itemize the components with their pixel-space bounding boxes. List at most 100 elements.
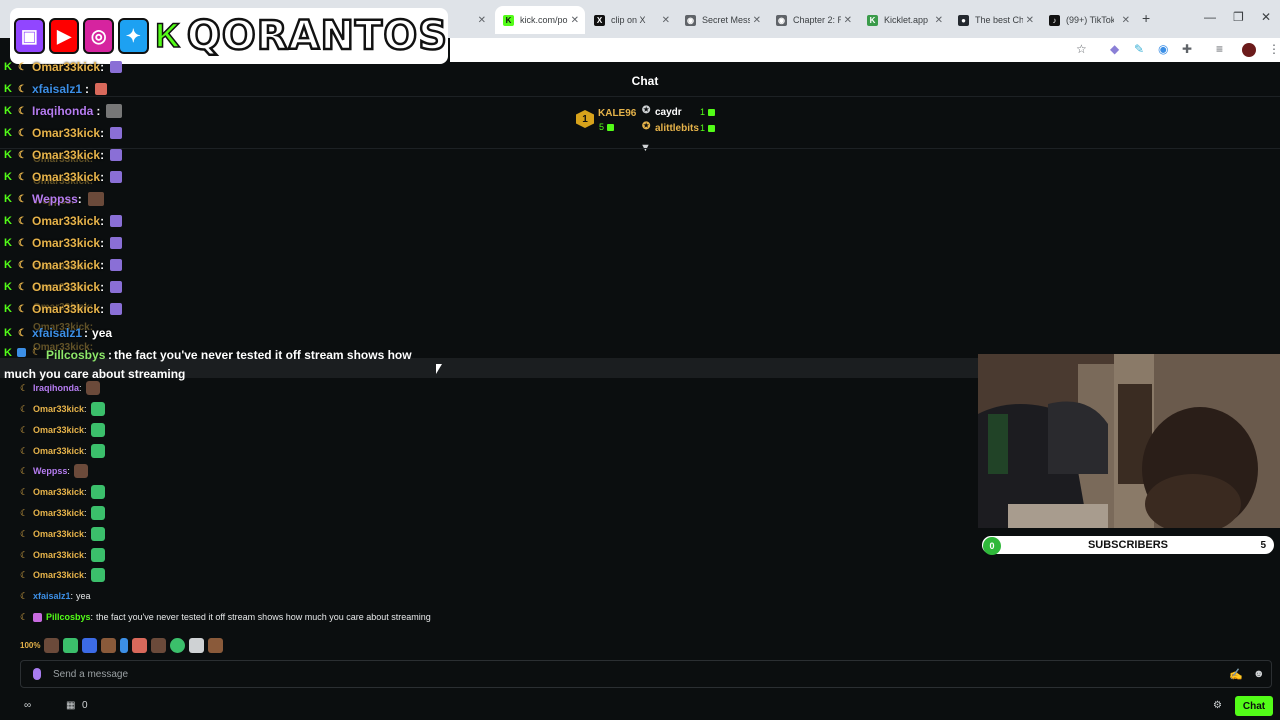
chat-message-input[interactable] <box>53 668 1153 680</box>
emote[interactable] <box>189 637 205 653</box>
extension-icon[interactable]: ◆ <box>1110 42 1119 56</box>
separator: : <box>100 214 105 228</box>
profile-avatar[interactable] <box>1242 43 1256 57</box>
tab-title: The best Ch <box>975 15 1023 25</box>
more-menu-icon[interactable]: ⋮ <box>1268 42 1280 56</box>
chat-input-box[interactable]: ✍ ☻ <box>20 660 1272 688</box>
emote[interactable] <box>101 637 117 653</box>
leaderboard-name[interactable]: alittlebits <box>655 123 699 134</box>
chat-message[interactable]: ☾ Omar33kick: <box>20 546 105 564</box>
emote[interactable] <box>151 637 167 653</box>
leaderboard-name[interactable]: caydr <box>655 107 682 118</box>
minimize-icon[interactable]: — <box>1204 10 1216 24</box>
emote[interactable] <box>170 637 186 653</box>
moon-badge-icon: ☾ <box>18 127 27 139</box>
chat-message[interactable]: ☾ Omar33kick: <box>20 400 105 418</box>
chat-username[interactable]: xfaisalz1 <box>33 591 71 601</box>
tab-kicklet[interactable]: K Kicklet.app ✕ <box>859 6 949 34</box>
chat-message[interactable]: ☾ xfaisalz1: yea <box>20 587 91 605</box>
chat-username[interactable]: Omar33kick <box>33 425 84 435</box>
tab-kick[interactable]: K kick.com/po ✕ <box>495 6 585 34</box>
bookmark-star-icon[interactable]: ☆ <box>1076 42 1087 56</box>
microphone-icon[interactable] <box>33 668 41 680</box>
emote[interactable] <box>120 637 129 653</box>
chat-message[interactable]: ☾ Pillcosbys: the fact you've never test… <box>20 608 431 626</box>
close-window-icon[interactable]: ✕ <box>1261 10 1271 24</box>
emote[interactable] <box>132 637 148 653</box>
tab-x[interactable]: X clip on X ✕ <box>586 6 676 34</box>
chat-message[interactable]: ☾ Omar33kick: <box>20 421 105 439</box>
emote <box>110 215 123 227</box>
chat-username[interactable]: Omar33kick <box>33 508 84 518</box>
emote[interactable] <box>44 637 60 653</box>
settings-gear-icon[interactable]: ⚙ <box>1213 700 1222 711</box>
close-tab-icon[interactable]: ✕ <box>571 15 579 26</box>
chat-username[interactable]: Omar33kick <box>33 446 84 456</box>
chat-username[interactable]: Weppss <box>33 466 67 476</box>
chat-message[interactable]: ☾ Omar33kick: <box>20 442 105 460</box>
instagram-icon: ◎ <box>83 18 115 54</box>
youtube-icon: ▶ <box>48 18 80 54</box>
close-tab-icon[interactable]: ✕ <box>935 15 943 26</box>
tab-github[interactable]: ● The best Ch ✕ <box>950 6 1040 34</box>
separator: : <box>108 348 112 362</box>
emote[interactable] <box>208 637 224 653</box>
chat-message[interactable]: ☾ Iraqihonda: <box>20 379 100 397</box>
emote[interactable] <box>63 637 79 653</box>
extension-icon[interactable]: ✎ <box>1134 42 1144 56</box>
close-tab-icon[interactable]: ✕ <box>1122 15 1130 26</box>
send-chat-button[interactable]: Chat <box>1235 696 1273 716</box>
gift-icon[interactable]: ▦ <box>66 700 75 711</box>
twitch-icon: ▣ <box>14 18 45 54</box>
twitter-icon: ✦ <box>118 18 149 54</box>
overlay-username: Omar33kick <box>32 60 101 74</box>
webcam-overlay <box>978 354 1280 528</box>
close-tab-icon[interactable]: ✕ <box>1026 15 1034 26</box>
tab-tiktok[interactable]: ♪ (99+) TikTok ✕ <box>1041 6 1136 34</box>
chat-message[interactable]: ☾ Omar33kick: <box>20 525 105 543</box>
chat-username[interactable]: Omar33kick <box>33 404 84 414</box>
chat-username[interactable]: Iraqihonda <box>33 383 79 393</box>
extension-icon[interactable]: ◉ <box>1158 42 1168 56</box>
close-tab-icon[interactable]: ✕ <box>753 15 761 26</box>
infinity-icon[interactable]: ∞ <box>24 700 31 711</box>
overlay-chat-row: K ☾ xfaisalz1 : yea <box>4 324 112 342</box>
subscriber-badge-icon <box>33 612 42 622</box>
tab-secret[interactable]: ◉ Secret Mess ✕ <box>677 6 767 34</box>
chat-username[interactable]: Omar33kick <box>33 529 84 539</box>
leaderboard-top-name[interactable]: KALE96 <box>598 108 636 119</box>
separator: : <box>100 60 105 74</box>
chat-username[interactable]: Omar33kick <box>33 570 84 580</box>
emote <box>110 259 123 271</box>
close-tab-icon[interactable]: ✕ <box>478 15 486 26</box>
chat-username[interactable]: Omar33kick <box>33 487 84 497</box>
new-tab-icon[interactable]: + <box>1142 10 1150 26</box>
chat-message[interactable]: ☾ Omar33kick: <box>20 566 105 584</box>
close-tab-icon[interactable]: ✕ <box>662 15 670 26</box>
tab-chapter[interactable]: ◉ Chapter 2: R ✕ <box>768 6 858 34</box>
emote <box>110 303 123 315</box>
overlay-chat-row: K ☾ Omar33kick : <box>4 124 123 142</box>
extensions-puzzle-icon[interactable]: ✚ <box>1182 42 1192 56</box>
media-control-icon[interactable]: ≡ <box>1216 42 1223 56</box>
chat-message[interactable]: ☾ Omar33kick: <box>20 483 105 501</box>
emote <box>110 127 123 139</box>
chat-message[interactable]: ☾ Omar33kick: <box>20 504 105 522</box>
chat-username[interactable]: Omar33kick <box>33 550 84 560</box>
moon-badge-icon: ☾ <box>20 611 29 622</box>
subscriber-goal-bar: 0 SUBSCRIBERS 5 <box>980 534 1276 556</box>
chat-username[interactable]: Pillcosbys <box>46 612 91 622</box>
emote <box>110 237 123 249</box>
emote[interactable] <box>82 637 98 653</box>
emote-100[interactable]: 100% <box>20 641 40 650</box>
tab-title: kick.com/po <box>520 15 568 25</box>
emoji-icon[interactable]: ☻ <box>1253 668 1265 680</box>
tab-partial[interactable]: ✕ <box>450 6 492 34</box>
restore-icon[interactable]: ❐ <box>1233 10 1244 24</box>
emote <box>90 444 105 458</box>
close-tab-icon[interactable]: ✕ <box>844 15 852 26</box>
chat-message[interactable]: ☾ Weppss: <box>20 462 88 480</box>
kick-favicon-icon: K <box>503 14 514 26</box>
emote-picker-icon[interactable]: ✍ <box>1229 668 1243 681</box>
overlay-chat-row: K ☾ Omar33kick : <box>4 234 123 252</box>
